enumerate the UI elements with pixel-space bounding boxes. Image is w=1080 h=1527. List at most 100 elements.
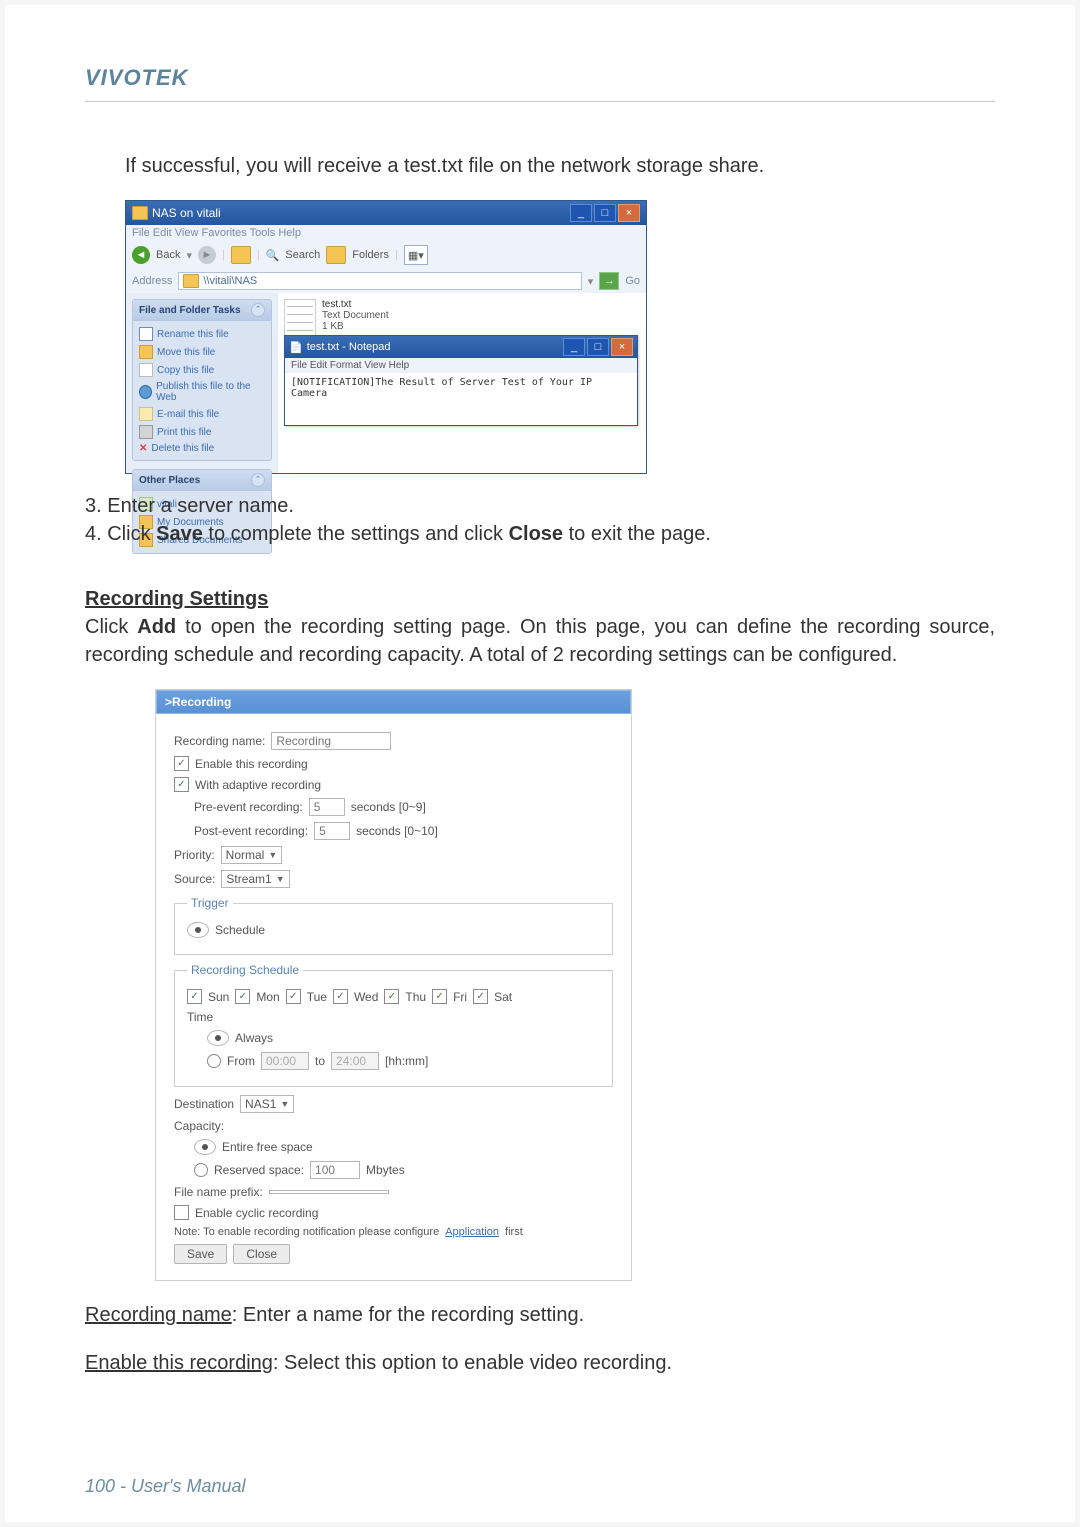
recording-heading: Recording Settings — [85, 588, 995, 611]
task-email[interactable]: E-mail this file — [139, 405, 265, 423]
task-print[interactable]: Print this file — [139, 423, 265, 441]
time-always-radio[interactable] — [207, 1030, 229, 1046]
from-label: From — [227, 1054, 255, 1068]
cyclic-checkbox[interactable] — [174, 1205, 189, 1220]
day-wed[interactable] — [333, 989, 348, 1004]
destination-select[interactable]: NAS1▼ — [240, 1095, 294, 1113]
close-button[interactable]: Close — [233, 1244, 290, 1264]
day-mon[interactable] — [235, 989, 250, 1004]
day-fri[interactable] — [432, 989, 447, 1004]
menubar[interactable]: File Edit View Favorites Tools Help — [126, 225, 646, 241]
task-publish[interactable]: Publish this file to the Web — [139, 379, 265, 405]
recording-panel: >Recording Recording name: Recording Ena… — [155, 689, 632, 1281]
back-label[interactable]: Back — [156, 249, 180, 261]
back-icon[interactable]: ◄ — [132, 246, 150, 264]
entire-space-label: Entire free space — [222, 1140, 313, 1154]
folder-icon — [132, 206, 148, 220]
reserved-input[interactable]: 100 — [310, 1161, 360, 1179]
time-from-radio[interactable] — [207, 1054, 221, 1068]
forward-icon[interactable]: ► — [198, 246, 216, 264]
header-brand: VIVOTEK — [85, 65, 995, 102]
step3: 3. Enter a server name. — [85, 492, 995, 520]
pre-event-input[interactable]: 5 — [309, 798, 345, 816]
collapse-icon[interactable]: ˆ — [251, 303, 265, 317]
time-always-label: Always — [235, 1031, 273, 1045]
minimize-icon[interactable]: _ — [570, 204, 592, 222]
trigger-schedule-label: Schedule — [215, 923, 265, 937]
maximize-icon[interactable]: □ — [587, 338, 609, 356]
trigger-legend: Trigger — [187, 896, 233, 910]
notepad-content: [NOTIFICATION]The Result of Server Test … — [285, 373, 637, 425]
capacity-label: Capacity: — [174, 1119, 224, 1133]
text-file-icon — [284, 299, 316, 337]
priority-select[interactable]: Normal▼ — [221, 846, 283, 864]
notepad-window: 📄 test.txt - Notepad _ □ × File Edit For… — [284, 335, 638, 426]
trigger-schedule-radio[interactable] — [187, 922, 209, 938]
search-icon[interactable]: 🔍 — [266, 249, 280, 262]
desc-enable-recording: Enable this recording: Select this optio… — [85, 1349, 995, 1377]
application-link[interactable]: Application — [445, 1226, 499, 1238]
folder-icon — [183, 274, 199, 288]
search-label[interactable]: Search — [285, 249, 320, 261]
post-event-label: Post-event recording: — [194, 824, 308, 838]
file-size: 1 KB — [322, 321, 389, 332]
from-input[interactable]: 00:00 — [261, 1052, 309, 1070]
maximize-icon[interactable]: □ — [594, 204, 616, 222]
minimize-icon[interactable]: _ — [563, 338, 585, 356]
file-name: test.txt — [322, 299, 389, 310]
chevron-down-icon[interactable]: ▾ — [588, 275, 594, 288]
cyclic-label: Enable cyclic recording — [195, 1206, 318, 1220]
save-button[interactable]: Save — [174, 1244, 227, 1264]
chevron-down-icon: ▼ — [276, 874, 285, 884]
go-label[interactable]: Go — [625, 275, 640, 287]
notepad-file-icon: 📄 — [289, 341, 303, 354]
recording-name-input[interactable]: Recording — [271, 732, 391, 750]
task-delete[interactable]: ✕Delete this file — [139, 441, 265, 456]
views-icon[interactable]: ▦▾ — [404, 245, 428, 265]
intro-text: If successful, you will receive a test.t… — [125, 152, 995, 180]
day-sat[interactable] — [473, 989, 488, 1004]
post-event-input[interactable]: 5 — [314, 822, 350, 840]
adaptive-checkbox[interactable] — [174, 777, 189, 792]
go-icon[interactable]: → — [599, 272, 619, 290]
close-icon[interactable]: × — [618, 204, 640, 222]
prefix-label: File name prefix: — [174, 1185, 263, 1199]
schedule-legend: Recording Schedule — [187, 963, 303, 977]
explorer-screenshot: NAS on vitali _ □ × File Edit View Favor… — [125, 200, 647, 474]
task-copy[interactable]: Copy this file — [139, 361, 265, 379]
pre-event-unit: seconds [0~9] — [351, 800, 426, 814]
prefix-input[interactable] — [269, 1190, 389, 1194]
hhmm-hint: [hh:mm] — [385, 1054, 428, 1068]
source-select[interactable]: Stream1▼ — [221, 870, 289, 888]
notepad-menubar[interactable]: File Edit Format View Help — [285, 358, 637, 373]
day-sun[interactable] — [187, 989, 202, 1004]
address-field[interactable]: \\vitali\NAS — [178, 272, 581, 290]
recording-para: Click Add to open the recording setting … — [85, 613, 995, 669]
up-folder-icon[interactable] — [231, 246, 251, 264]
mb-label: Mbytes — [366, 1163, 405, 1177]
folders-label[interactable]: Folders — [352, 249, 389, 261]
chevron-down-icon: ▼ — [268, 850, 277, 860]
task-move[interactable]: Move this file — [139, 343, 265, 361]
close-icon[interactable]: × — [611, 338, 633, 356]
collapse-icon[interactable]: ˆ — [251, 473, 265, 487]
time-label: Time — [187, 1010, 213, 1024]
reserved-label: Reserved space: — [214, 1163, 304, 1177]
step4: 4. Click Save to complete the settings a… — [85, 520, 995, 548]
entire-space-radio[interactable] — [194, 1139, 216, 1155]
address-value: \\vitali\NAS — [203, 275, 257, 287]
day-thu[interactable] — [384, 989, 399, 1004]
reserved-space-radio[interactable] — [194, 1163, 208, 1177]
pre-event-label: Pre-event recording: — [194, 800, 303, 814]
day-tue[interactable] — [286, 989, 301, 1004]
enable-recording-checkbox[interactable] — [174, 756, 189, 771]
chevron-down-icon: ▼ — [280, 1099, 289, 1109]
file-item[interactable]: test.txt Text Document 1 KB — [284, 299, 424, 337]
source-label: Source: — [174, 872, 215, 886]
to-input[interactable]: 24:00 — [331, 1052, 379, 1070]
task-rename[interactable]: Rename this file — [139, 325, 265, 343]
folders-icon[interactable] — [326, 246, 346, 264]
window-title: NAS on vitali — [152, 206, 221, 220]
enable-recording-label: Enable this recording — [195, 757, 308, 771]
priority-label: Priority: — [174, 848, 215, 862]
